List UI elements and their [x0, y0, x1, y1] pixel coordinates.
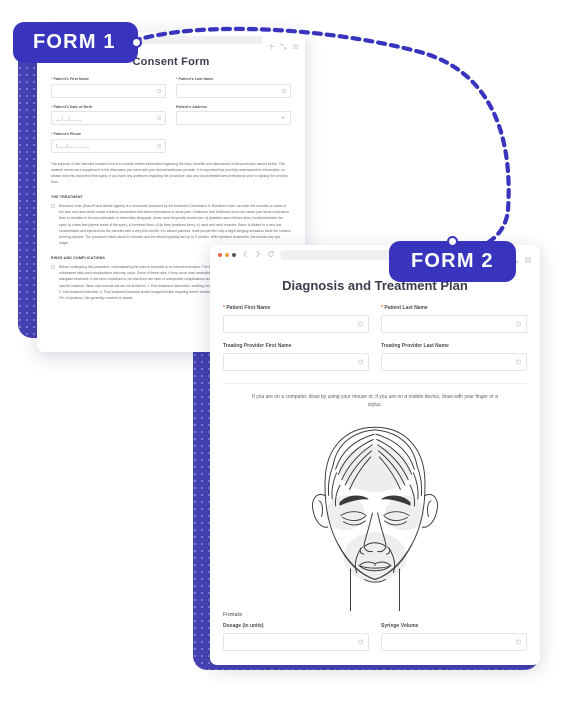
form2-field-syringe-volume: Syringe Volume — [381, 623, 527, 651]
gear-icon[interactable] — [516, 321, 521, 327]
form2-badge-connector-dot — [446, 236, 458, 247]
traffic-lights — [218, 252, 236, 257]
form2-input-syringe-volume[interactable] — [381, 633, 527, 651]
form1-field-first-name: * Patient's First Name — [51, 77, 166, 98]
form1-input-last-name[interactable] — [176, 83, 291, 98]
form1-badge: FORM 1 — [13, 22, 142, 63]
form2-browser-window[interactable]: Diagnosis and Treatment Plan * Patient F… — [210, 245, 540, 665]
form2-input-patient-last[interactable] — [381, 315, 527, 333]
form2-field-patient-first: * Patient First Name — [223, 305, 369, 333]
form2-field-patient-last: * Patient Last Name — [381, 305, 527, 333]
maximize-dot-icon[interactable] — [232, 252, 236, 257]
form1-field-dob: * Patient's Date of Birth __/__/____ — [51, 104, 166, 125]
form1-label-last-name: * Patient's Last Name — [176, 77, 214, 81]
form1-input-dob[interactable]: __/__/____ — [51, 111, 166, 125]
form1-field-last-name: * Patient's Last Name — [176, 77, 291, 98]
new-tab-icon[interactable] — [268, 37, 275, 49]
form1-label-dob: * Patient's Date of Birth — [51, 104, 93, 109]
face-front-diagram-svg[interactable] — [287, 415, 463, 611]
form1-value-dob: __/__/____ — [56, 115, 82, 121]
checkbox-icon[interactable] — [51, 264, 55, 269]
section-divider — [223, 383, 527, 384]
form2-label-dosage: Dosage (in units) — [223, 623, 264, 629]
form1-label-first-name: * Patient's First Name — [51, 77, 89, 81]
form2-dosage-section: Frontalis Dosage (in units) Syringe Volu… — [223, 612, 527, 665]
expand-icon[interactable] — [280, 37, 287, 49]
form2-provider-row: Treating Provider First Name Treating Pr… — [223, 343, 527, 371]
gear-icon[interactable] — [358, 321, 363, 327]
face-front-diagram[interactable] — [223, 415, 527, 611]
menu-icon[interactable] — [524, 251, 532, 262]
form1-value-phone: (___)___-____ — [56, 143, 90, 148]
form1-label-phone: * Patient's Phone — [51, 132, 82, 136]
form2-badge: FORM 2 — [389, 236, 516, 282]
form2-dosage-row: Dosage (in units) Syringe Volume — [223, 623, 527, 651]
form1-label-address: Patient's Address — [176, 104, 207, 109]
gear-icon[interactable] — [157, 116, 161, 120]
menu-icon[interactable] — [292, 37, 299, 49]
form2-badge-label: FORM 2 — [389, 241, 516, 282]
form1-field-phone: * Patient's Phone (___)___-____ — [51, 132, 166, 153]
form1-input-phone[interactable]: (___)___-____ — [51, 138, 166, 153]
form1-treatment-body: Botulinum toxin (Botox® and similar agen… — [59, 203, 291, 246]
form2-label-patient-last: * Patient Last Name — [381, 305, 428, 311]
form2-label-provider-first: Treating Provider First Name — [223, 343, 292, 349]
gear-icon[interactable] — [358, 359, 363, 365]
checkbox-icon[interactable] — [51, 203, 55, 208]
form2-page-content: Diagnosis and Treatment Plan * Patient F… — [210, 264, 540, 665]
form2-field-provider-last: Treating Provider Last Name — [381, 343, 527, 371]
close-dot-icon[interactable] — [218, 252, 222, 257]
form2-input-patient-first[interactable] — [223, 315, 369, 333]
form2-label-provider-last: Treating Provider Last Name — [381, 343, 449, 349]
gear-icon[interactable] — [157, 88, 161, 93]
form1-input-first-name[interactable] — [51, 83, 166, 98]
gear-icon[interactable] — [358, 639, 363, 645]
form1-treatment-heading: THE TREATMENT — [51, 194, 84, 199]
gear-icon[interactable] — [516, 639, 521, 645]
form1-badge-connector-dot — [130, 37, 142, 48]
gear-icon[interactable] — [282, 88, 286, 93]
form1-spacer — [176, 132, 291, 153]
gear-icon[interactable] — [157, 143, 161, 148]
form2-input-provider-first[interactable] — [223, 353, 369, 371]
form1-field-address: Patient's Address — [176, 104, 291, 125]
form2-muscle-group-label: Frontalis — [223, 612, 243, 618]
form2-label-patient-first: * Patient First Name — [223, 305, 271, 311]
form1-input-address[interactable] — [176, 111, 291, 125]
form2-input-dosage[interactable] — [223, 633, 369, 651]
gear-icon[interactable] — [516, 359, 521, 365]
form1-name-row: * Patient's First Name * Patient's Last … — [51, 77, 291, 98]
minimize-dot-icon[interactable] — [225, 252, 229, 257]
back-icon[interactable] — [241, 250, 249, 260]
chevron-down-icon[interactable] — [281, 117, 285, 119]
form2-field-dosage: Dosage (in units) — [223, 623, 369, 651]
forward-icon[interactable] — [254, 250, 262, 260]
form1-treatment-block: Botulinum toxin (Botox® and similar agen… — [51, 203, 291, 247]
form2-label-syringe-volume: Syringe Volume — [381, 623, 419, 629]
reload-icon[interactable] — [267, 250, 275, 260]
form2-field-provider-first: Treating Provider First Name — [223, 343, 369, 371]
screenshot-root: Consent Form * Patient's First Name * Pa… — [0, 0, 570, 709]
form2-input-provider-last[interactable] — [381, 353, 527, 371]
form1-phone-row: * Patient's Phone (___)___-____ — [51, 132, 291, 153]
form1-intro-paragraph: The purpose of this informed consent for… — [51, 161, 288, 185]
form1-badge-label: FORM 1 — [13, 22, 138, 63]
form2-draw-instruction: If you are on a computer, draw by using … — [252, 394, 498, 408]
form2-patient-row: * Patient First Name * Patient Last Name — [223, 305, 527, 333]
form1-dob-address-row: * Patient's Date of Birth __/__/____ Pat… — [51, 104, 291, 125]
